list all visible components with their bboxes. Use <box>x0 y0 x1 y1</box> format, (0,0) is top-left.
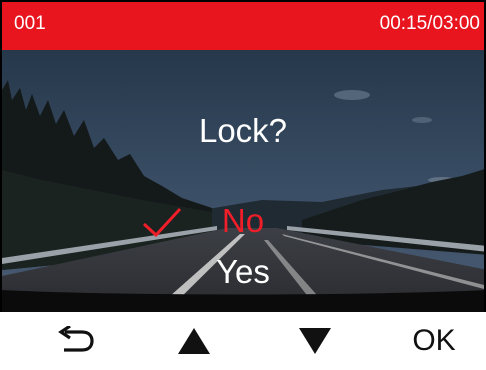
file-index: 001 <box>14 13 46 34</box>
down-button[interactable] <box>275 312 355 370</box>
status-bar: 001 00:15/03:00 <box>0 0 486 50</box>
up-button[interactable] <box>154 312 234 370</box>
up-triangle-icon <box>178 328 210 354</box>
ok-button[interactable]: OK <box>394 312 474 370</box>
dialog-title: Lock? <box>198 112 288 149</box>
option-no[interactable]: No <box>0 202 486 240</box>
option-yes[interactable]: Yes <box>0 253 486 291</box>
back-arrow-icon <box>58 326 94 352</box>
playback-time: 00:15/03:00 <box>379 13 480 34</box>
button-bar: OK <box>0 312 486 370</box>
down-triangle-icon <box>299 328 331 354</box>
back-button[interactable] <box>36 312 116 370</box>
dashcam-screen: 001 00:15/03:00 Lock? No Yes OK <box>0 0 486 370</box>
